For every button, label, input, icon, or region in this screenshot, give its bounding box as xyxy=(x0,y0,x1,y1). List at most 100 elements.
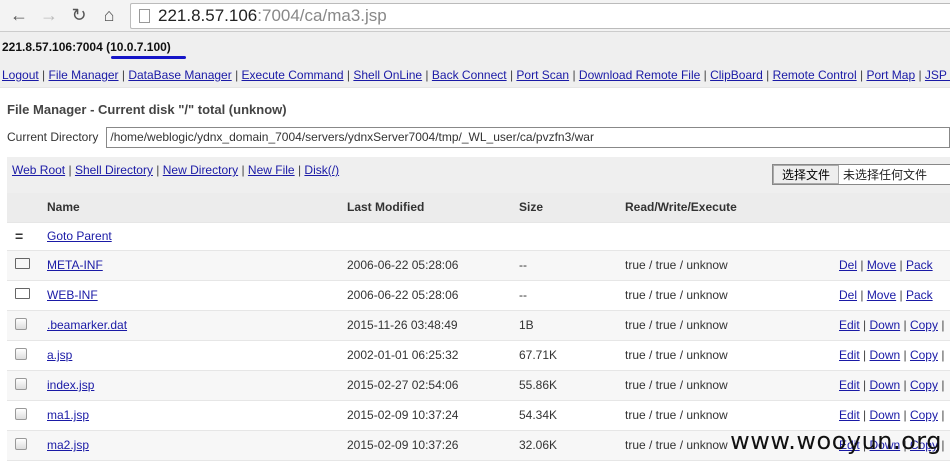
action-copy[interactable]: Copy xyxy=(910,318,938,332)
size: -- xyxy=(519,250,625,281)
goto-parent-link[interactable]: Goto Parent xyxy=(47,229,112,243)
separator: | xyxy=(896,288,906,302)
directory-label: Current Directory xyxy=(7,130,99,144)
separator: | xyxy=(937,318,945,332)
col-size: Size xyxy=(519,193,625,223)
separator: | xyxy=(65,163,75,177)
file-name-link[interactable]: META-INF xyxy=(47,258,103,272)
table-row: ma1.jsp 2015-02-09 10:37:24 54.34K true … xyxy=(7,400,950,431)
select-checkbox[interactable] xyxy=(15,317,27,330)
separator: | xyxy=(915,68,925,82)
host-ip: (10.0.7.100) xyxy=(106,40,171,54)
separator: | xyxy=(900,378,910,392)
modified: 2015-11-26 03:48:49 xyxy=(347,310,519,341)
select-checkbox[interactable] xyxy=(15,347,27,360)
action-move[interactable]: Move xyxy=(867,258,896,272)
file-name-link[interactable]: WEB-INF xyxy=(47,288,98,302)
separator: | xyxy=(900,408,910,422)
actions: Edit | Down | Copy | xyxy=(839,340,950,371)
modified: 2006-06-22 05:28:06 xyxy=(347,280,519,311)
action-pack[interactable]: Pack xyxy=(906,288,933,302)
reload-icon[interactable]: ↻ xyxy=(64,5,94,26)
action-copy[interactable]: Copy xyxy=(910,408,938,422)
menu-file-manager[interactable]: File Manager xyxy=(49,68,119,82)
permissions: true / true / unknow xyxy=(625,370,839,401)
separator: | xyxy=(231,68,242,82)
action-edit[interactable]: Edit xyxy=(839,318,860,332)
action-edit[interactable]: Edit xyxy=(839,408,860,422)
actions: Edit | Down | Copy | xyxy=(839,400,950,431)
action-pack[interactable]: Pack xyxy=(906,258,933,272)
file-name-link[interactable]: index.jsp xyxy=(47,378,94,392)
action-copy[interactable]: Copy xyxy=(910,378,938,392)
tool-new-file[interactable]: New File xyxy=(248,163,295,177)
back-icon[interactable]: ← xyxy=(4,5,34,26)
directory-input[interactable] xyxy=(106,126,950,148)
separator: | xyxy=(238,163,248,177)
address-bar[interactable]: 221.8.57.106:7004/ca/ma3.jsp xyxy=(130,2,950,29)
browser-toolbar: ← → ↻ ⌂ 221.8.57.106:7004/ca/ma3.jsp xyxy=(0,0,950,32)
tool-disk[interactable]: Disk(/) xyxy=(304,163,339,177)
menu-database-manager[interactable]: DataBase Manager xyxy=(128,68,231,82)
file-name-link[interactable]: a.jsp xyxy=(47,348,72,362)
table-row: index.jsp 2015-02-27 02:54:06 55.86K tru… xyxy=(7,370,950,401)
file-name-link[interactable]: ma1.jsp xyxy=(47,408,89,422)
action-copy[interactable]: Copy xyxy=(910,348,938,362)
select-checkbox[interactable] xyxy=(15,377,27,390)
tool-new-directory[interactable]: New Directory xyxy=(163,163,238,177)
action-down[interactable]: Down xyxy=(869,378,900,392)
file-upload[interactable]: 选择文件 未选择任何文件 xyxy=(772,164,950,185)
modified: 2015-02-27 02:54:06 xyxy=(347,370,519,401)
permissions: true / true / unknow xyxy=(625,310,839,341)
action-edit[interactable]: Edit xyxy=(839,348,860,362)
select-checkbox[interactable] xyxy=(15,437,27,450)
goto-parent-row: = Goto Parent xyxy=(7,222,950,251)
separator: | xyxy=(937,378,945,392)
separator: | xyxy=(762,68,773,82)
tool-shell-directory[interactable]: Shell Directory xyxy=(75,163,153,177)
menu-port-scan[interactable]: Port Scan xyxy=(516,68,569,82)
menu-shell-online[interactable]: Shell OnLine xyxy=(353,68,422,82)
menu-clipboard[interactable]: ClipBoard xyxy=(710,68,763,82)
forward-icon[interactable]: → xyxy=(34,5,64,26)
url-path: :7004/ca/ma3.jsp xyxy=(257,5,387,25)
home-icon[interactable]: ⌂ xyxy=(94,5,124,26)
file-status: 未选择任何文件 xyxy=(843,168,928,182)
action-move[interactable]: Move xyxy=(867,288,896,302)
action-down[interactable]: Down xyxy=(869,408,900,422)
url-host: 221.8.57.106 xyxy=(158,5,258,25)
actions: Del | Move | Pack xyxy=(839,280,950,311)
action-del[interactable]: Del xyxy=(839,288,857,302)
menu-logout[interactable]: Logout xyxy=(2,68,39,82)
col-modified: Last Modified xyxy=(347,193,519,223)
action-del[interactable]: Del xyxy=(839,258,857,272)
menu-jsp-env[interactable]: JSP Env xyxy=(925,68,950,82)
annotation-underline xyxy=(111,56,186,59)
menu-download-remote-file[interactable]: Download Remote File xyxy=(579,68,700,82)
actions: Edit | Down | Copy | xyxy=(839,370,950,401)
separator: | xyxy=(900,318,910,332)
menu-execute-command[interactable]: Execute Command xyxy=(242,68,344,82)
separator: | xyxy=(343,68,354,82)
separator: | xyxy=(856,68,867,82)
menu-remote-control[interactable]: Remote Control xyxy=(773,68,857,82)
host-info: 221.8.57.106:7004 (10.0.7.100) xyxy=(0,32,950,62)
file-name-link[interactable]: ma2.jsp xyxy=(47,438,89,452)
size: 32.06K xyxy=(519,430,625,461)
menu-port-map[interactable]: Port Map xyxy=(866,68,915,82)
file-table: Name Last Modified Size Read/Write/Execu… xyxy=(7,193,950,461)
folder-icon xyxy=(15,258,30,269)
table-row: META-INF 2006-06-22 05:28:06 -- true / t… xyxy=(7,250,950,281)
action-down[interactable]: Down xyxy=(869,348,900,362)
tool-web-root[interactable]: Web Root xyxy=(12,163,65,177)
action-edit[interactable]: Edit xyxy=(839,378,860,392)
page-title: File Manager - Current disk "/" total (u… xyxy=(7,102,287,117)
action-down[interactable]: Down xyxy=(869,318,900,332)
permissions: true / true / unknow xyxy=(625,340,839,371)
select-checkbox[interactable] xyxy=(15,407,27,420)
size: -- xyxy=(519,280,625,311)
separator: | xyxy=(857,288,867,302)
file-name-link[interactable]: .beamarker.dat xyxy=(47,318,127,332)
menu-back-connect[interactable]: Back Connect xyxy=(432,68,507,82)
choose-file-button[interactable]: 选择文件 xyxy=(773,165,840,184)
